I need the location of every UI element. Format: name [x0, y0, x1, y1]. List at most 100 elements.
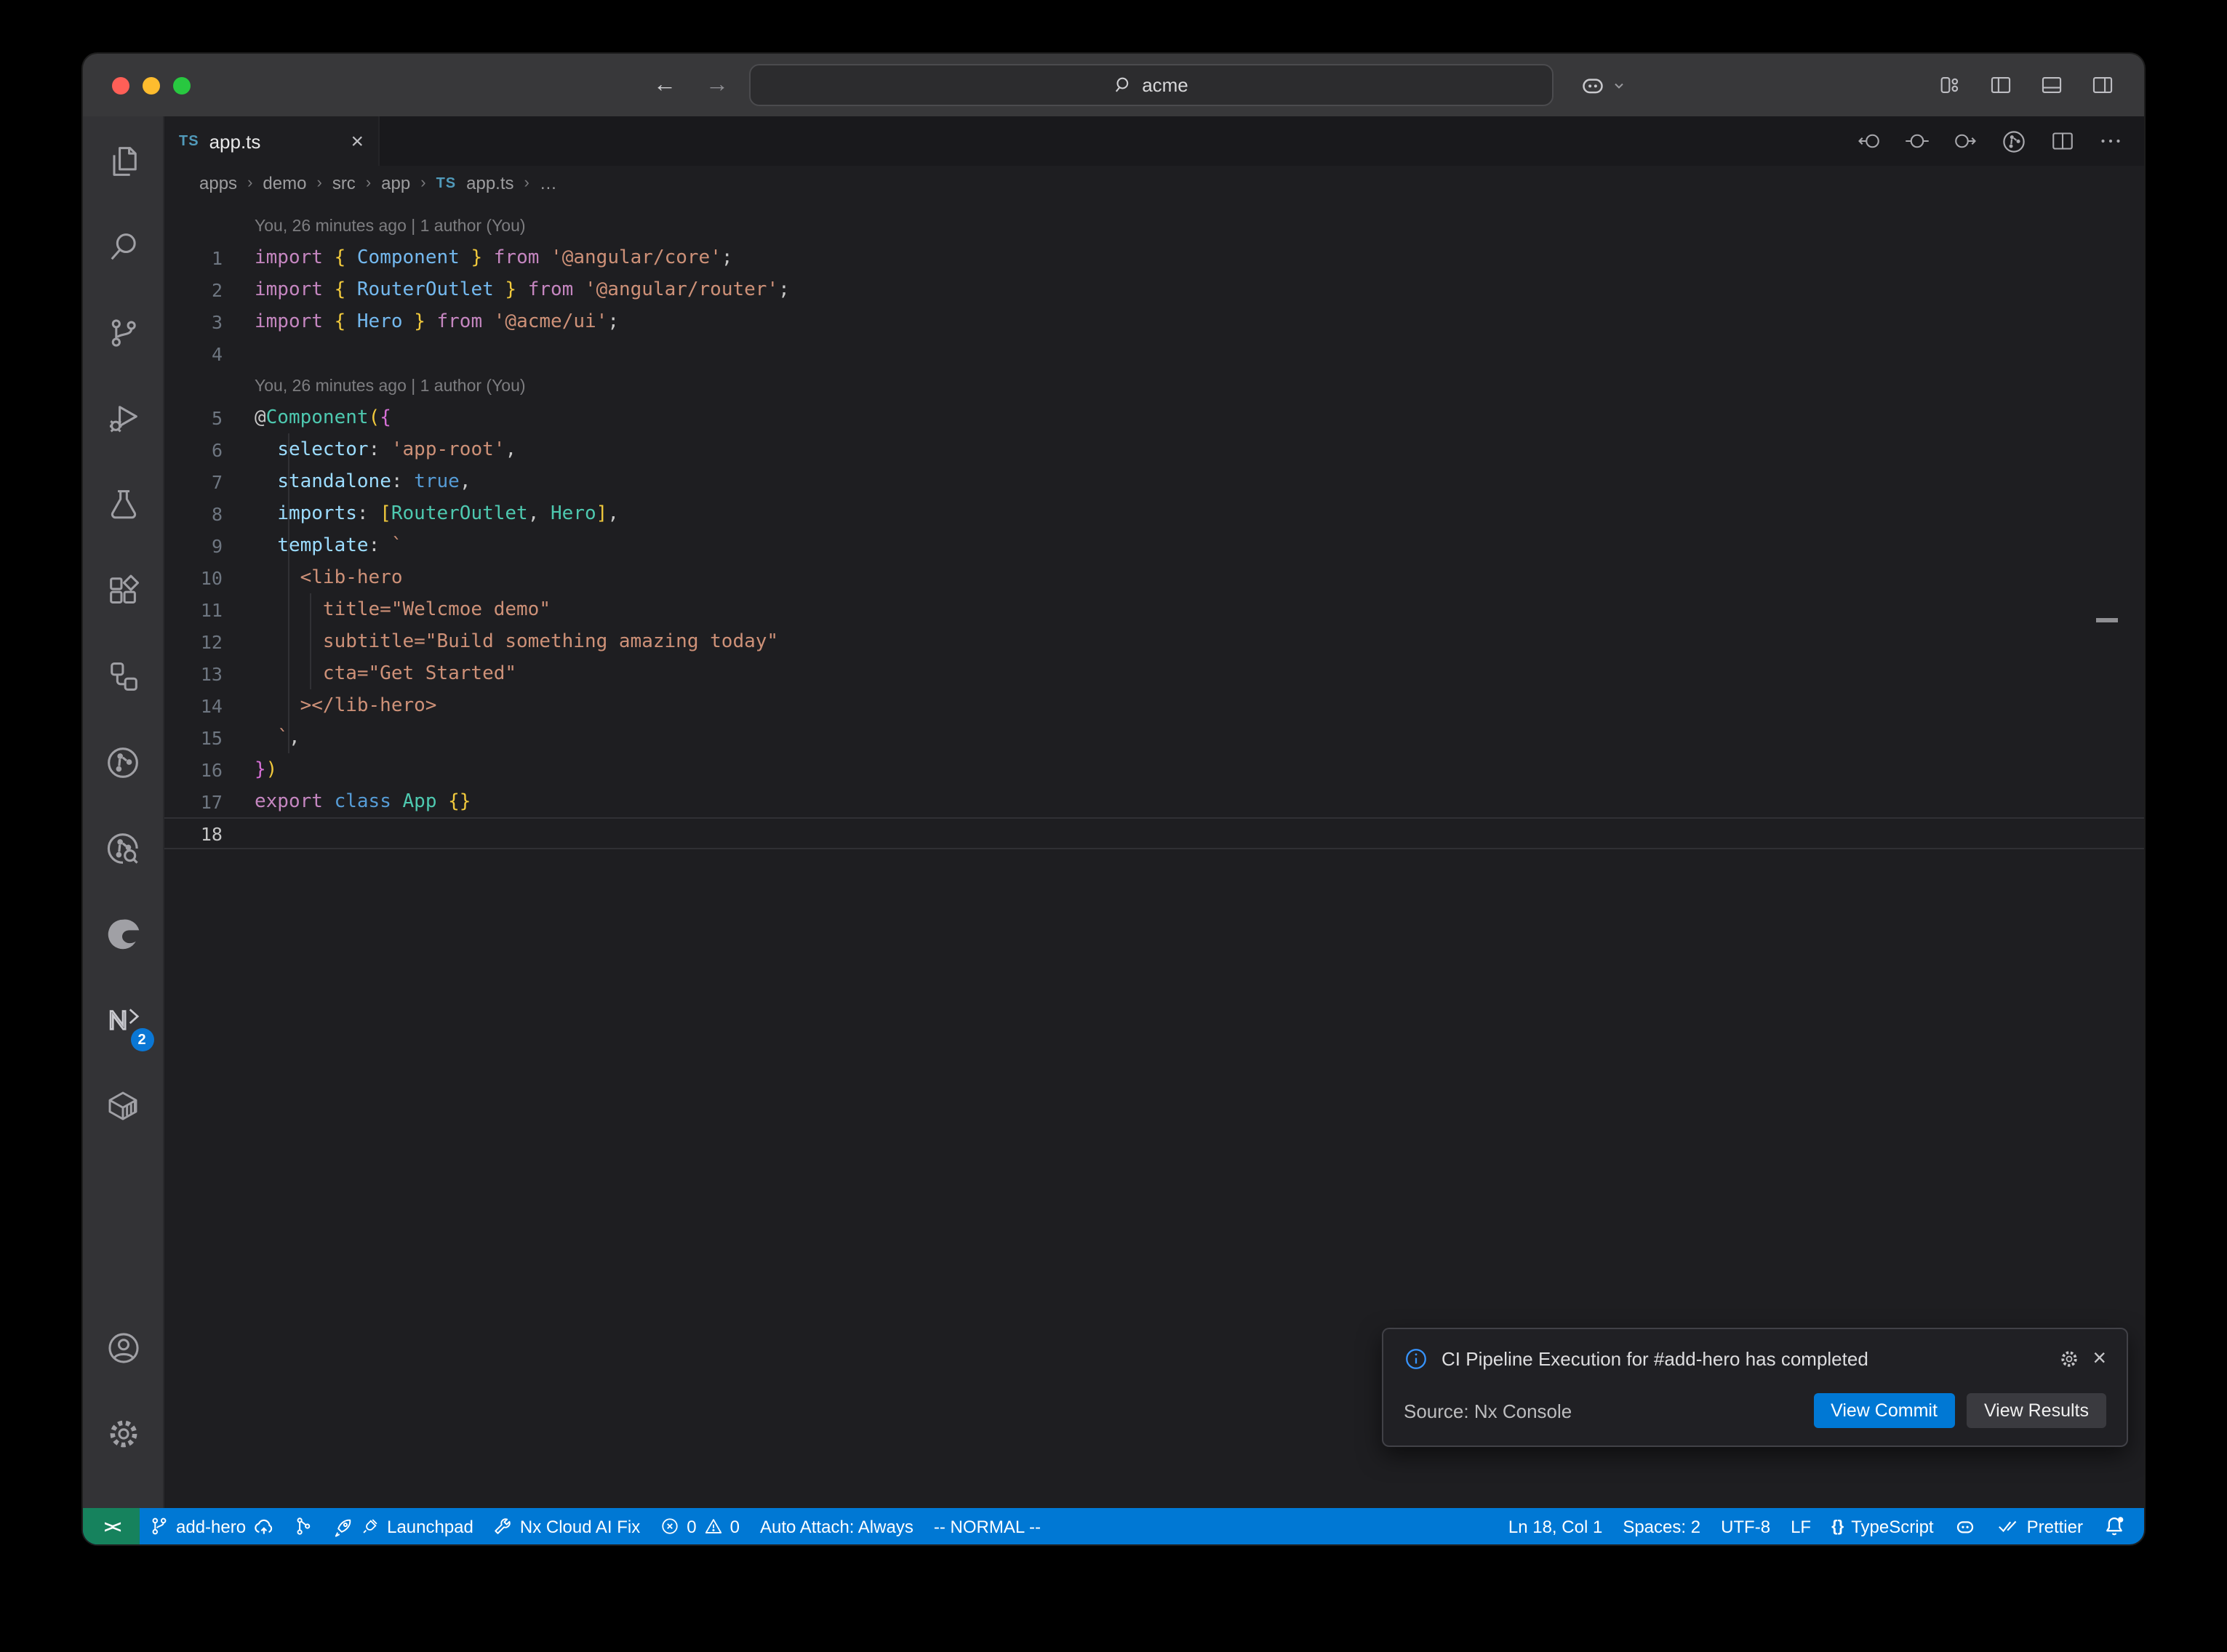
vim-mode-status[interactable]: -- NORMAL -- [924, 1508, 1051, 1544]
code-line[interactable]: 9 template: ` [164, 529, 2144, 561]
warning-icon [704, 1517, 723, 1536]
braces-icon: {} [1831, 1517, 1844, 1535]
breadcrumb-item[interactable]: src [332, 173, 356, 193]
breadcrumb-item[interactable]: demo [263, 173, 306, 193]
line-number: 13 [164, 659, 255, 688]
zoom-window-button[interactable] [173, 76, 191, 94]
code-line[interactable]: 17export class App {} [164, 785, 2144, 817]
branch-name: add-hero [176, 1516, 246, 1536]
source-control-icon[interactable] [91, 300, 155, 366]
code-line[interactable]: 10 <lib-hero [164, 561, 2144, 593]
run-debug-icon[interactable] [91, 385, 155, 452]
line-number: 2 [164, 275, 255, 304]
code-line[interactable]: 15 `, [164, 721, 2144, 753]
wrench-icon [494, 1517, 513, 1536]
minimize-window-button[interactable] [143, 76, 160, 94]
code-line[interactable]: 16}) [164, 753, 2144, 785]
toggle-secondary-sidebar-icon[interactable] [2090, 73, 2115, 97]
breadcrumb-file[interactable]: app.ts [466, 173, 513, 193]
formatter-label: Prettier [2027, 1516, 2083, 1536]
settings-gear-icon[interactable] [91, 1400, 155, 1467]
code-line[interactable]: 3import { Hero } from '@acme/ui'; [164, 305, 2144, 337]
auto-attach-status[interactable]: Auto Attach: Always [750, 1508, 924, 1544]
accounts-icon[interactable] [91, 1315, 155, 1382]
blame-annotation: You, 26 minutes ago | 1 author (You) [164, 369, 2144, 401]
activity-bar: 2 [83, 116, 164, 1508]
history-search-icon[interactable] [91, 814, 155, 881]
nx-console-icon[interactable]: 2 [91, 986, 155, 1053]
language-mode-status[interactable]: {} TypeScript [1821, 1508, 1944, 1544]
edge-browser-icon[interactable] [91, 900, 155, 967]
encoding-status[interactable]: UTF-8 [1711, 1508, 1780, 1544]
commit-graph-action-icon[interactable] [2000, 127, 2028, 155]
formatter-status[interactable]: Prettier [1988, 1508, 2093, 1544]
typescript-file-icon: TS [179, 133, 199, 149]
notification-settings-gear-icon[interactable] [2058, 1348, 2079, 1370]
notification-title: CI Pipeline Execution for #add-hero has … [1442, 1348, 2044, 1370]
line-number: 4 [164, 339, 255, 368]
code-line[interactable]: 4 [164, 337, 2144, 369]
code-line[interactable]: 7 standalone: true, [164, 465, 2144, 497]
navigate-forward-icon[interactable]: → [705, 73, 729, 97]
code-line[interactable]: 13 cta="Get Started" [164, 657, 2144, 689]
close-window-button[interactable] [112, 76, 129, 94]
command-center-search[interactable]: acme [749, 64, 1554, 106]
breadcrumb-item[interactable]: app [381, 173, 410, 193]
tab-app-ts[interactable]: TS app.ts × [164, 116, 380, 166]
notification-close-icon[interactable]: × [2092, 1347, 2106, 1371]
code-editor[interactable]: You, 26 minutes ago | 1 author (You) 1imp… [164, 201, 2144, 1508]
problems-status[interactable]: 0 0 [650, 1508, 750, 1544]
testing-icon[interactable] [91, 471, 155, 538]
code-line[interactable]: 8 imports: [RouterOutlet, Hero], [164, 497, 2144, 529]
toggle-panel-icon[interactable] [2039, 73, 2064, 97]
breadcrumb-symbol[interactable]: … [540, 173, 557, 193]
remote-indicator[interactable]: >< [83, 1508, 140, 1544]
extensions-icon[interactable] [91, 557, 155, 624]
line-number: 3 [164, 307, 255, 336]
breadcrumb-item[interactable]: apps [199, 173, 237, 193]
code-line[interactable]: 1import { Component } from '@angular/cor… [164, 241, 2144, 273]
continue-icon[interactable] [1952, 128, 1978, 154]
split-editor-icon[interactable] [2050, 128, 2076, 154]
line-number: 10 [164, 563, 255, 592]
code-line[interactable]: 12 subtitle="Build something amazing tod… [164, 625, 2144, 657]
search-view-icon[interactable] [91, 214, 155, 281]
info-icon [1404, 1347, 1428, 1371]
line-number: 7 [164, 467, 255, 496]
code-line[interactable]: 5@Component({ [164, 401, 2144, 433]
code-text: subtitle="Build something amazing today" [255, 627, 778, 656]
code-line[interactable]: 18 [164, 817, 2144, 849]
commit-graph-icon[interactable] [91, 729, 155, 795]
line-number: 12 [164, 627, 255, 656]
eol-status[interactable]: LF [1780, 1508, 1821, 1544]
code-line[interactable]: 2import { RouterOutlet } from '@angular/… [164, 273, 2144, 305]
customize-layout-icon[interactable] [1938, 73, 1962, 97]
step-back-icon[interactable] [1856, 128, 1882, 154]
indentation-status[interactable]: Spaces: 2 [1612, 1508, 1711, 1544]
copilot-icon[interactable] [1578, 71, 1607, 100]
git-branch-status[interactable]: add-hero [140, 1508, 284, 1544]
container-icon[interactable] [91, 1072, 155, 1139]
more-actions-icon[interactable] [2098, 128, 2124, 154]
launchpad-status[interactable]: Launchpad [323, 1508, 484, 1544]
code-line[interactable]: 14 ></lib-hero> [164, 689, 2144, 721]
line-number: 9 [164, 531, 255, 560]
notification-source: Source: Nx Console [1404, 1400, 1572, 1422]
toggle-primary-sidebar-icon[interactable] [1988, 73, 2013, 97]
explorer-icon[interactable] [91, 128, 155, 195]
view-commit-button[interactable]: View Commit [1813, 1393, 1955, 1428]
run-pause-icon[interactable] [1904, 128, 1930, 154]
code-line[interactable]: 6 selector: 'app-root', [164, 433, 2144, 465]
navigate-back-icon[interactable]: ← [653, 73, 676, 97]
code-line[interactable]: 11 title="Welcmoe demo" [164, 593, 2144, 625]
nx-cloud-status[interactable]: Nx Cloud AI Fix [484, 1508, 650, 1544]
code-text: selector: 'app-root', [255, 435, 516, 464]
chevron-down-icon[interactable] [1612, 78, 1626, 92]
notifications-bell[interactable] [2093, 1508, 2135, 1544]
view-results-button[interactable]: View Results [1967, 1393, 2106, 1428]
commit-graph-status[interactable] [284, 1508, 323, 1544]
cursor-position-status[interactable]: Ln 18, Col 1 [1498, 1508, 1612, 1544]
workspace-link-icon[interactable] [91, 643, 155, 710]
copilot-status[interactable] [1944, 1508, 1988, 1544]
close-tab-icon[interactable]: × [351, 130, 364, 152]
